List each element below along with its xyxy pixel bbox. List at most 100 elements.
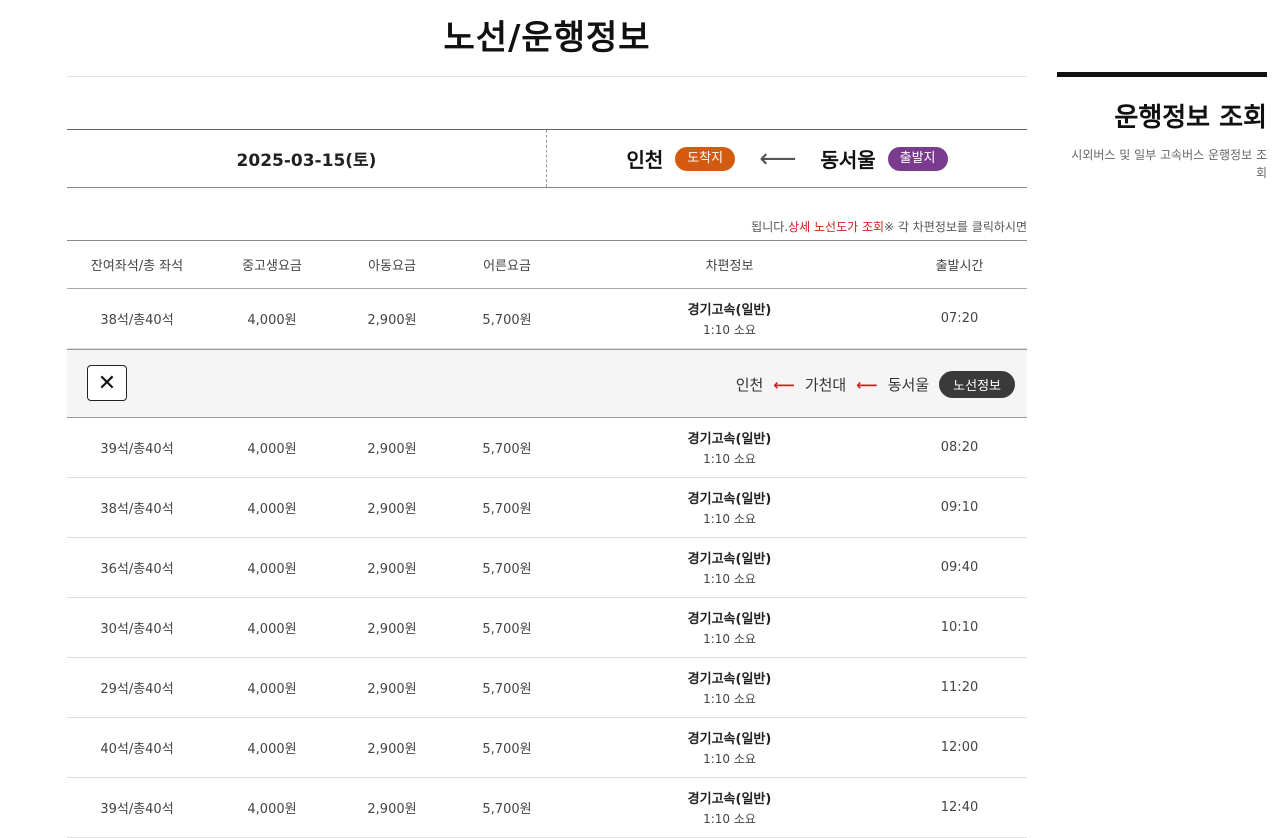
notice-text: 됩니다.상세 노선도가 조회※ 각 차편정보를 클릭하시면 [751, 218, 1027, 235]
table-header: 잔여좌석/총 좌석 중고생요금 아동요금 어른요금 차편정보 출발시간 [67, 240, 1027, 289]
bus-info-cell: 경기고속(일반) 1:10 소요 [567, 668, 892, 707]
header-seats: 잔여좌석/총 좌석 [90, 259, 184, 274]
bus-duration: 1:10 소요 [703, 632, 756, 646]
seats-cell: 29석/총40석 [100, 682, 174, 697]
seats-cell: 40석/총40석 [100, 742, 174, 757]
adult-fare-cell: 5,700원 [482, 742, 532, 757]
bus-info-cell: 경기고속(일반) 1:10 소요 [567, 788, 892, 827]
route-info-badge: 노선정보 [939, 371, 1015, 398]
time-cell: 10:10 [940, 620, 979, 635]
child-fare-cell: 2,900원 [367, 802, 417, 817]
table-row[interactable]: 38석/총40석 4,000원 2,900원 5,700원 경기고속(일반) 1… [67, 478, 1027, 538]
header-departure-time: 출발시간 [935, 259, 984, 274]
route-summary: 2025-03-15(토) 인천 도착지 ⟵ 동서울 출발지 [67, 129, 1027, 188]
header-student-fare: 중고생요금 [242, 259, 302, 274]
stop-name: 동서울 [887, 376, 930, 394]
seats-cell: 36석/총40석 [100, 562, 174, 577]
departure-badge: 출발지 [887, 146, 948, 171]
arrival-city: 인천 [626, 148, 664, 172]
table-row[interactable]: 36석/총40석 4,000원 2,900원 5,700원 경기고속(일반) 1… [67, 538, 1027, 598]
adult-fare-cell: 5,700원 [482, 313, 532, 328]
bus-info-cell: 경기고속(일반) 1:10 소요 [567, 728, 892, 767]
student-fare-cell: 4,000원 [247, 622, 297, 637]
sidebar-description: 시외버스 및 일부 고속버스 운행정보 조회 [1071, 148, 1267, 180]
bus-duration: 1:10 소요 [703, 512, 756, 526]
child-fare-cell: 2,900원 [367, 682, 417, 697]
bus-duration: 1:10 소요 [703, 323, 756, 337]
child-fare-cell: 2,900원 [367, 313, 417, 328]
student-fare-cell: 4,000원 [247, 682, 297, 697]
adult-fare-cell: 5,700원 [482, 442, 532, 457]
bus-name: 경기고속(일반) [687, 612, 772, 627]
bus-name: 경기고속(일반) [687, 552, 772, 567]
table-row[interactable]: 40석/총40석 4,000원 2,900원 5,700원 경기고속(일반) 1… [67, 718, 1027, 778]
student-fare-cell: 4,000원 [247, 562, 297, 577]
bus-name: 경기고속(일반) [687, 792, 772, 807]
sidebar: 운행정보 조회 시외버스 및 일부 고속버스 운행정보 조회 [1057, 72, 1267, 182]
bus-duration: 1:10 소요 [703, 452, 756, 466]
bus-info-cell: 경기고속(일반) 1:10 소요 [567, 488, 892, 527]
bus-info-cell: 경기고속(일반) 1:10 소요 [567, 548, 892, 587]
adult-fare-cell: 5,700원 [482, 682, 532, 697]
time-cell: 12:00 [940, 740, 979, 755]
time-cell: 09:40 [940, 560, 979, 575]
student-fare-cell: 4,000원 [247, 313, 297, 328]
table-row[interactable]: 38석/총40석 4,000원 2,900원 5,700원 경기고속(일반) 1… [67, 289, 1027, 349]
arrow-left-icon: ⟵ [759, 143, 797, 174]
seats-cell: 38석/총40석 [100, 502, 174, 517]
bus-duration: 1:10 소요 [703, 752, 756, 766]
stop-name: 인천 [735, 376, 764, 394]
student-fare-cell: 4,000원 [247, 742, 297, 757]
schedule-table: 잔여좌석/총 좌석 중고생요금 아동요금 어른요금 차편정보 출발시간 38석/… [67, 240, 1027, 838]
bus-info-cell: 경기고속(일반) 1:10 소요 [567, 608, 892, 647]
bus-name: 경기고속(일반) [687, 672, 772, 687]
child-fare-cell: 2,900원 [367, 442, 417, 457]
stop-name: 가천대 [804, 376, 847, 394]
sidebar-accent-bar [1057, 72, 1267, 77]
arrow-left-icon: ⟵ [773, 375, 795, 394]
child-fare-cell: 2,900원 [367, 622, 417, 637]
route-stops: 인천 ⟵ 가천대 ⟵ 동서울 노선정보 [736, 371, 1015, 398]
table-row[interactable]: 30석/총40석 4,000원 2,900원 5,700원 경기고속(일반) 1… [67, 598, 1027, 658]
notice-prefix: ※ 각 차편정보를 클릭하시면 [884, 220, 1027, 234]
time-cell: 11:20 [940, 680, 979, 695]
seats-cell: 39석/총40석 [100, 802, 174, 817]
bus-name: 경기고속(일반) [687, 732, 772, 747]
bus-duration: 1:10 소요 [703, 692, 756, 706]
header-child-fare: 아동요금 [368, 259, 416, 274]
seats-cell: 38석/총40석 [100, 313, 174, 328]
adult-fare-cell: 5,700원 [482, 622, 532, 637]
student-fare-cell: 4,000원 [247, 442, 297, 457]
page-title: 노선/운행정보 [443, 18, 651, 58]
bus-info-cell: 경기고속(일반) 1:10 소요 [567, 428, 892, 467]
student-fare-cell: 4,000원 [247, 502, 297, 517]
bus-duration: 1:10 소요 [703, 572, 756, 586]
time-cell: 07:20 [940, 311, 979, 326]
bus-name: 경기고속(일반) [687, 432, 772, 447]
notice-suffix: 됩니다. [751, 220, 789, 234]
table-row[interactable]: 39석/총40석 4,000원 2,900원 5,700원 경기고속(일반) 1… [67, 418, 1027, 478]
arrival-badge: 도착지 [675, 146, 736, 171]
time-cell: 08:20 [940, 440, 979, 455]
bus-name: 경기고속(일반) [687, 303, 772, 318]
time-cell: 09:10 [940, 500, 979, 515]
time-cell: 12:40 [940, 800, 979, 815]
title-divider [67, 76, 1027, 77]
seats-cell: 30석/총40석 [100, 622, 174, 637]
bus-name: 경기고속(일반) [687, 492, 772, 507]
bus-info-cell: 경기고속(일반) 1:10 소요 [567, 299, 892, 338]
departure-city: 동서울 [820, 148, 876, 172]
adult-fare-cell: 5,700원 [482, 502, 532, 517]
child-fare-cell: 2,900원 [367, 502, 417, 517]
arrow-left-icon: ⟵ [856, 375, 878, 394]
route-detail-panel: ✕ 인천 ⟵ 가천대 ⟵ 동서울 노선정보 [67, 349, 1027, 418]
sidebar-title: 운행정보 조회 [1114, 103, 1267, 133]
header-adult-fare: 어른요금 [483, 259, 531, 274]
route-cities: 인천 도착지 ⟵ 동서울 출발지 [547, 130, 1027, 187]
seats-cell: 39석/총40석 [100, 442, 174, 457]
table-row[interactable]: 39석/총40석 4,000원 2,900원 5,700원 경기고속(일반) 1… [67, 778, 1027, 838]
close-button[interactable]: ✕ [87, 365, 127, 401]
adult-fare-cell: 5,700원 [482, 562, 532, 577]
table-row[interactable]: 29석/총40석 4,000원 2,900원 5,700원 경기고속(일반) 1… [67, 658, 1027, 718]
bus-duration: 1:10 소요 [703, 812, 756, 826]
